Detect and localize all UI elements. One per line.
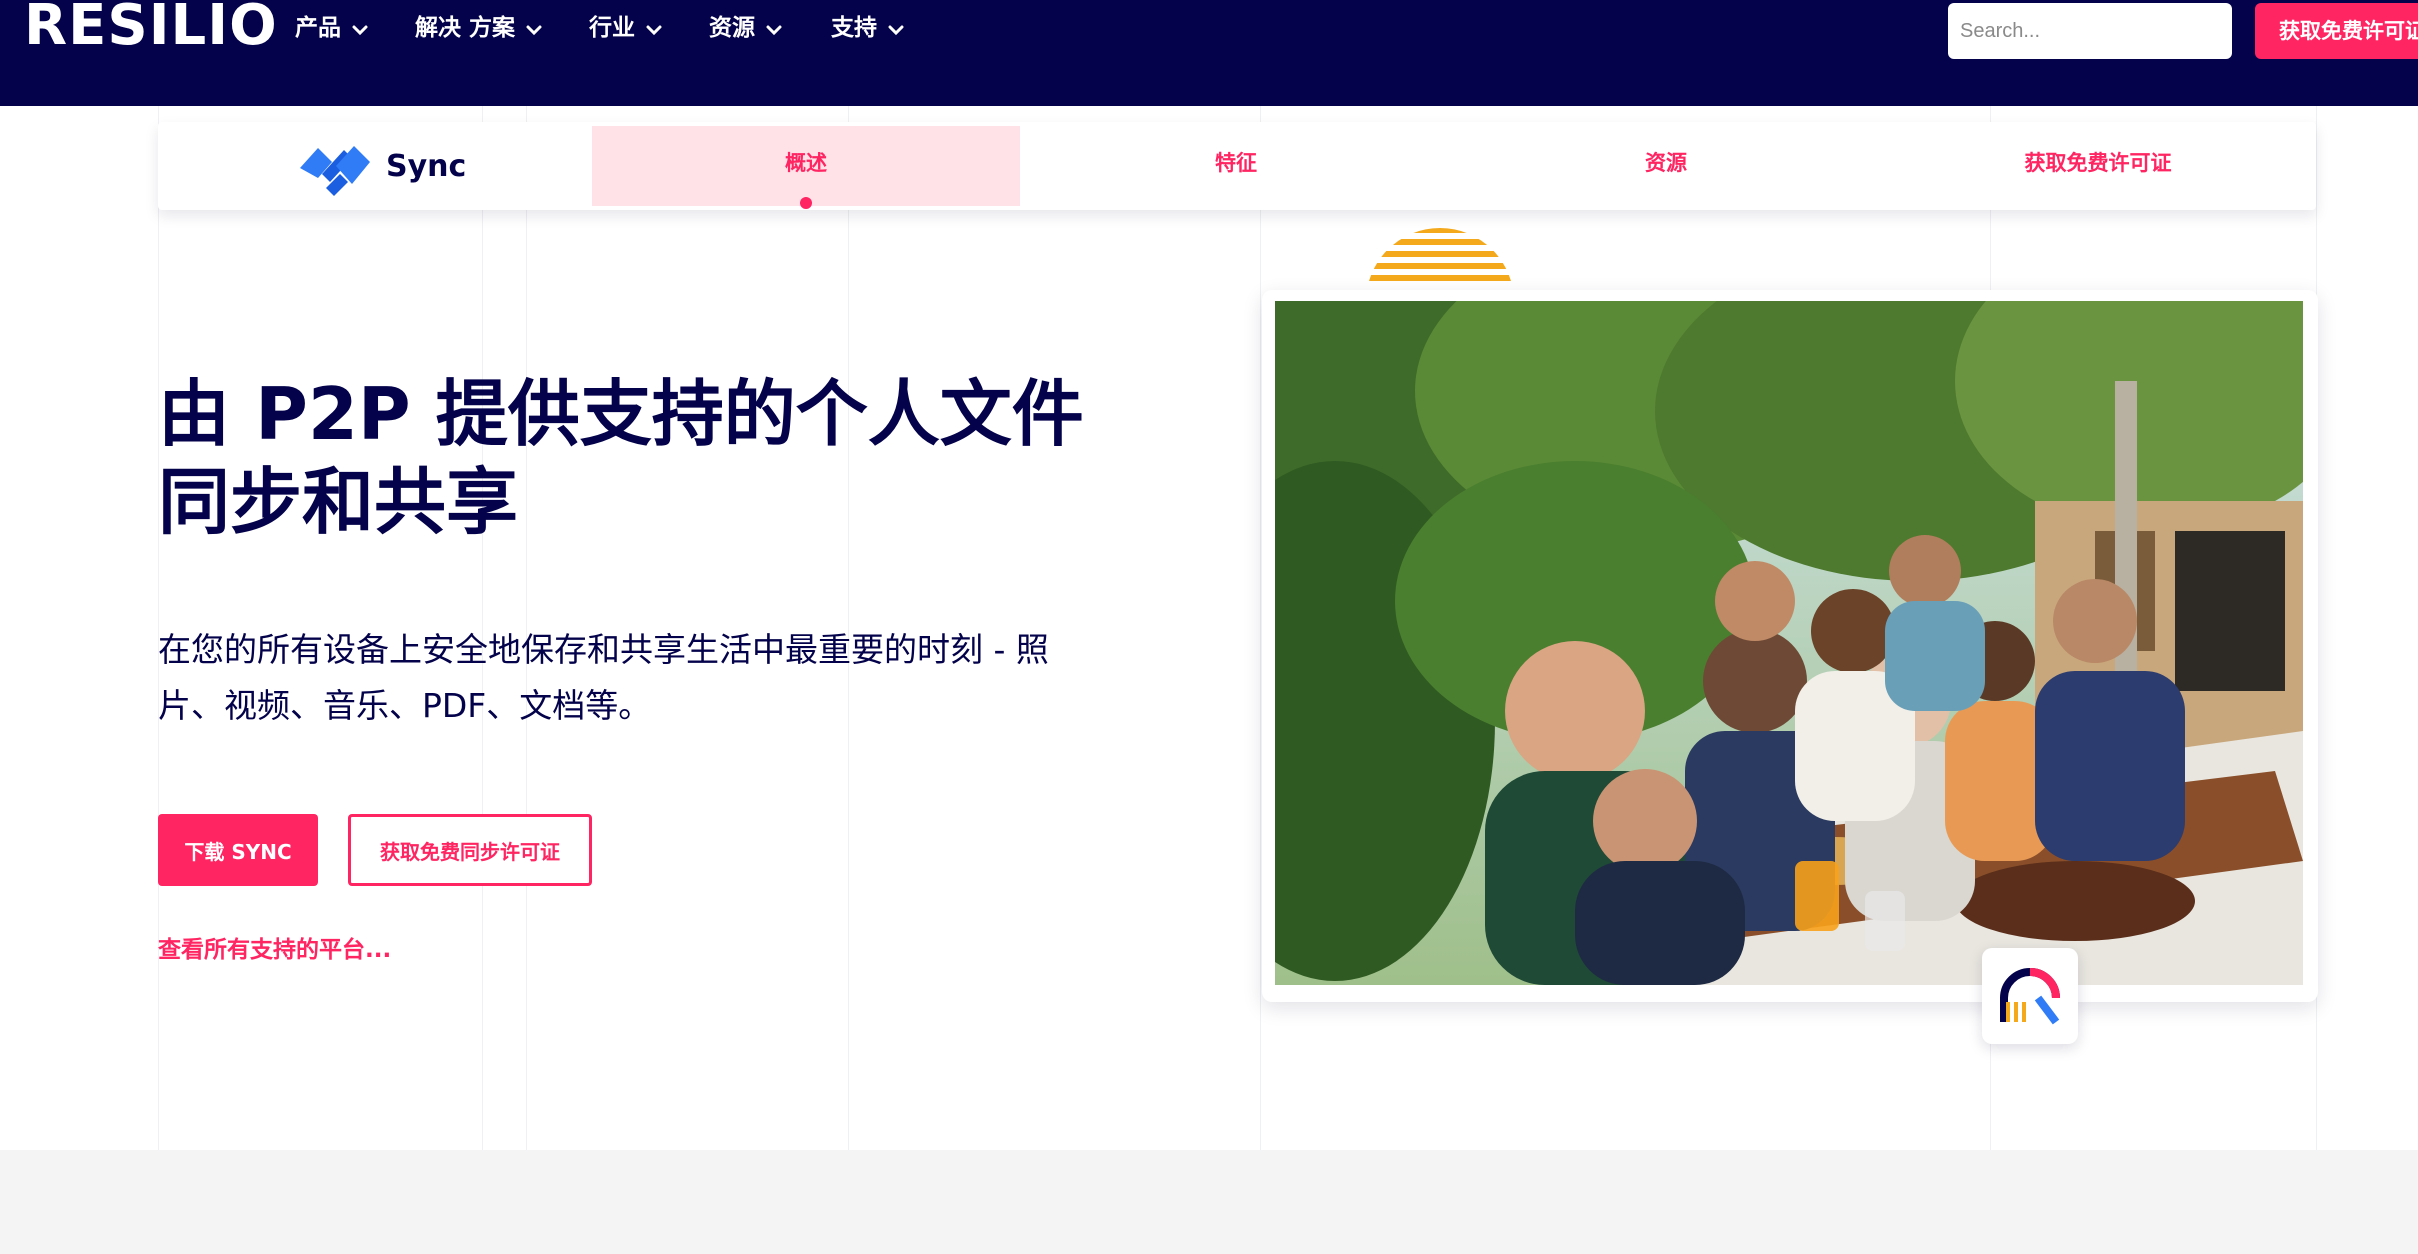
chevron-down-icon (766, 25, 782, 36)
resilio-badge (1982, 948, 2078, 1044)
sync-brand-label: Sync (386, 148, 467, 184)
sync-brand[interactable]: Sync (296, 134, 466, 198)
hero-photo-friends-dinner (1275, 301, 2303, 985)
nav-solutions-label: 解决 方案 (415, 15, 516, 41)
tab-resources[interactable]: 资源 (1452, 126, 1880, 206)
nav-industries[interactable]: 行业 (589, 10, 663, 46)
tab-get-free-license[interactable]: 获取免费许可证 (1884, 126, 2312, 206)
chevron-down-icon (646, 25, 662, 36)
search-input[interactable] (1948, 3, 2232, 59)
download-sync-button[interactable]: 下载 SYNC (158, 814, 318, 886)
resilio-logo[interactable]: RESILIO (24, 0, 278, 56)
chevron-down-icon (526, 25, 542, 36)
chevron-down-icon (888, 25, 904, 36)
hero-desc-line1: 在您的所有设备上安全地保存和共享生活中最重要的时刻 - 照 (158, 630, 1049, 669)
nav-support-label: 支持 (831, 15, 877, 41)
nav-support[interactable]: 支持 (831, 10, 905, 46)
resilio-r-logo-icon (2000, 968, 2060, 1025)
sun-decoration-icon (1366, 228, 1514, 281)
hero-title: 由 P2P 提供支持的个人文件 同步和共享 (158, 370, 1158, 546)
nav-resources[interactable]: 资源 (709, 10, 783, 46)
hero-description: 在您的所有设备上安全地保存和共享生活中最重要的时刻 - 照 片、视频、音乐、PD… (158, 622, 1158, 734)
grid-line (1260, 106, 1261, 1150)
hero-title-line1: 由 P2P 提供支持的个人文件 (158, 372, 1084, 456)
get-free-sync-license-button[interactable]: 获取免费同步许可证 (348, 814, 592, 886)
supported-platforms-link[interactable]: 查看所有支持的平台... (158, 930, 391, 964)
top-navbar: RESILIO 产品 解决 方案 行业 资源 支持 获取免费许可证 (0, 0, 2418, 106)
tab-features[interactable]: 特征 (1022, 126, 1450, 206)
nav-solutions[interactable]: 解决 方案 (415, 10, 543, 46)
nav-resources-label: 资源 (709, 15, 755, 41)
active-tab-indicator (800, 197, 812, 209)
hero-desc-line2: 片、视频、音乐、PDF、文档等。 (158, 686, 652, 725)
hero-title-line2: 同步和共享 (158, 460, 519, 544)
tab-overview[interactable]: 概述 (592, 126, 1020, 206)
nav-products[interactable]: 产品 (295, 10, 369, 46)
photo-illustration (1275, 301, 2303, 985)
get-free-license-button[interactable]: 获取免费许可证 (2255, 3, 2418, 59)
chevron-down-icon (352, 25, 368, 36)
sync-logo-icon (300, 146, 370, 196)
next-section-band (0, 1150, 2418, 1254)
nav-products-label: 产品 (295, 15, 341, 41)
nav-industries-label: 行业 (589, 15, 635, 41)
